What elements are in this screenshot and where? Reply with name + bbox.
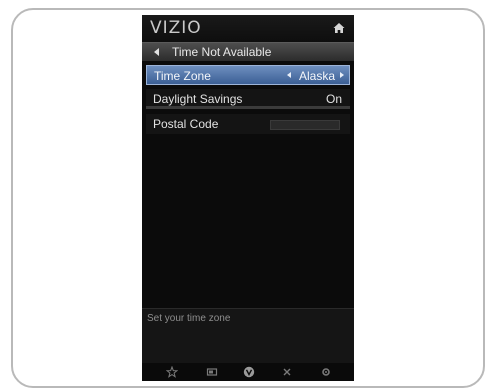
back-row[interactable]: Time Not Available bbox=[142, 42, 354, 61]
postal-code-row[interactable]: Postal Code bbox=[146, 114, 350, 134]
time-zone-value: Alaska bbox=[298, 69, 335, 83]
help-text: Set your time zone bbox=[147, 313, 231, 324]
time-zone-row[interactable]: Time Zone Alaska bbox=[146, 65, 350, 85]
postal-code-field[interactable] bbox=[270, 120, 340, 130]
star-icon[interactable] bbox=[166, 366, 178, 378]
close-icon[interactable] bbox=[281, 366, 293, 378]
input-icon[interactable] bbox=[206, 366, 218, 378]
back-arrow-icon[interactable] bbox=[154, 48, 159, 56]
bottom-bar bbox=[142, 363, 354, 381]
gear-icon[interactable] bbox=[320, 366, 332, 378]
daylight-savings-value: On bbox=[325, 92, 342, 106]
daylight-savings-label: Daylight Savings bbox=[153, 92, 243, 106]
home-icon[interactable] bbox=[333, 22, 345, 34]
postal-code-label: Postal Code bbox=[153, 117, 219, 131]
help-panel: Set your time zone bbox=[142, 308, 354, 363]
daylight-savings-row[interactable]: Daylight Savings On bbox=[146, 89, 350, 109]
chevron-left-icon[interactable] bbox=[287, 72, 291, 78]
chevron-right-icon[interactable] bbox=[340, 72, 344, 78]
tv-menu-screen: VIZIO Time Not Available Time Zone Alask… bbox=[142, 15, 354, 381]
menu-title: Time Not Available bbox=[172, 45, 272, 59]
vizio-logo: VIZIO bbox=[150, 18, 202, 38]
vizio-v-icon[interactable] bbox=[243, 366, 255, 378]
top-bar: VIZIO bbox=[142, 15, 354, 42]
time-zone-label: Time Zone bbox=[154, 69, 211, 83]
